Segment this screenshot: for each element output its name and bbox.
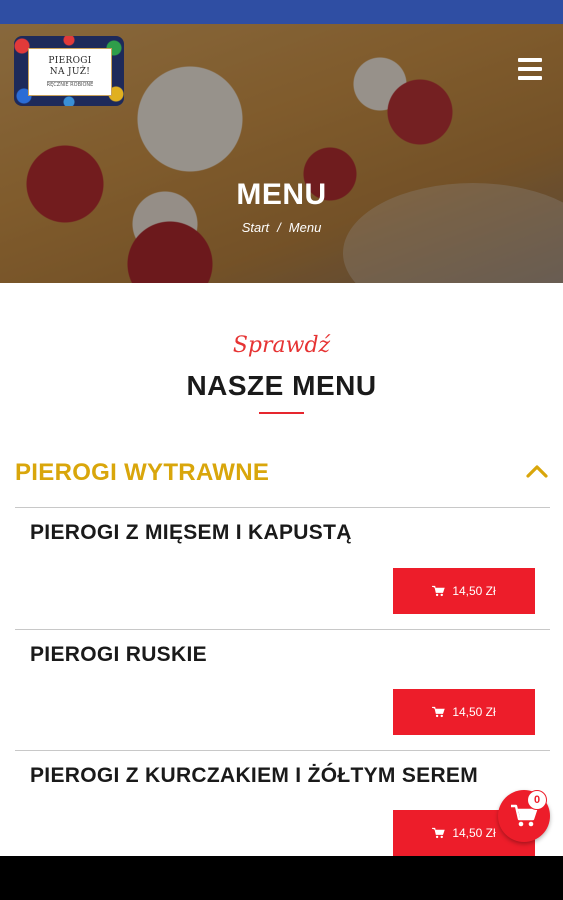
hamburger-bar [518, 67, 542, 71]
cart-icon [432, 585, 446, 597]
hamburger-bar [518, 76, 542, 80]
breadcrumb: Start / Menu [0, 220, 563, 235]
add-to-cart-button[interactable]: 14,50 Zł [393, 568, 535, 614]
cart-icon [432, 706, 446, 718]
breadcrumb-current: Menu [288, 220, 322, 235]
item-divider [15, 750, 550, 751]
price-label: 14,50 Zł [452, 826, 496, 840]
section-title: NASZE MENU [186, 370, 377, 401]
hamburger-icon[interactable] [518, 58, 542, 80]
cart-icon [432, 827, 446, 839]
hero-banner: PIEROGI NA JUŻ! RĘCZNIE ROBIONE MENU Sta… [0, 24, 563, 283]
hamburger-bar [518, 58, 542, 62]
site-logo[interactable]: PIEROGI NA JUŻ! RĘCZNIE ROBIONE [14, 36, 124, 106]
breadcrumb-separator: / [277, 220, 281, 235]
price-label: 14,50 Zł [452, 705, 496, 719]
system-navigation-bar [0, 856, 563, 900]
section-subtitle: Sprawdź [232, 333, 331, 358]
price-label: 14,50 Zł [452, 584, 496, 598]
logo-line-1: PIEROGI [48, 55, 92, 66]
menu-item-name: PIEROGI Z KURCZAKIEM I ŻÓŁTYM SEREM [30, 764, 479, 787]
item-divider [15, 507, 550, 508]
section-title-underline [259, 412, 304, 414]
logo-line-3: RĘCZNIE ROBIONE [46, 80, 94, 88]
breadcrumb-start-link[interactable]: Start [242, 220, 269, 235]
category-header[interactable]: PIEROGI WYTRAWNE [15, 455, 550, 495]
cart-count-badge: 0 [527, 790, 547, 810]
category-title: PIEROGI WYTRAWNE [15, 459, 270, 486]
add-to-cart-button[interactable]: 14,50 Zł [393, 689, 535, 735]
menu-item-name: PIEROGI RUSKIE [30, 643, 207, 666]
status-bar [0, 0, 563, 24]
chevron-up-icon[interactable] [526, 463, 548, 479]
logo-line-2: NA JUŻ! [49, 66, 91, 77]
page-title: MENU [236, 178, 327, 211]
item-divider [15, 629, 550, 630]
menu-item-name: PIEROGI Z MIĘSEM I KAPUSTĄ [30, 521, 352, 544]
logo-badge: PIEROGI NA JUŻ! RĘCZNIE ROBIONE [28, 48, 112, 96]
